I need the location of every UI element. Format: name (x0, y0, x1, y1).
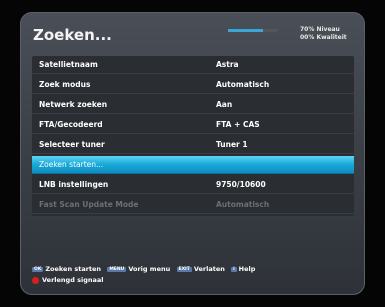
signal-level-fill (228, 29, 263, 32)
menu-row-value: Astra (216, 60, 239, 69)
signal-level-label: 70% Niveau (300, 26, 340, 33)
menu-row-satellite-name[interactable]: Satellietnaam Astra (32, 56, 354, 74)
info-key: i (231, 266, 237, 272)
menu-row-value: Tuner 1 (216, 140, 248, 149)
ok-key-action: Zoeken starten (45, 265, 102, 273)
menu-row-label: Zoek modus (39, 80, 91, 89)
menu-row-label: LNB instellingen (39, 180, 109, 189)
menu-key-action: Vorig menu (128, 265, 171, 273)
menu-row-value: 9750/10600 (216, 180, 266, 189)
menu-row-fta-encrypted[interactable]: FTA/Gecodeerd FTA + CAS (32, 116, 354, 134)
ok-key: OK (32, 266, 44, 272)
menu-row-value: FTA + CAS (216, 120, 260, 129)
settings-menu: Satellietnaam Astra Zoek modus Automatis… (32, 56, 354, 216)
menu-row-label: Netwerk zoeken (39, 100, 108, 109)
menu-row-fast-scan-update-mode: Fast Scan Update Mode Automatisch (32, 196, 354, 214)
menu-row-start-search[interactable]: Zoeken starten... (32, 156, 354, 174)
menu-row-label: Selecteer tuner (39, 140, 105, 149)
menu-row-label: Fast Scan Update Mode (39, 200, 139, 209)
key-hints: OK Zoeken starten MENU Vorig menu EXIT Verl… (32, 265, 255, 284)
menu-row-select-tuner[interactable]: Selecteer tuner Tuner 1 (32, 136, 354, 154)
signal-quality-label: 00% Kwaliteit (300, 34, 347, 41)
red-key-action: Verlengd signaal (42, 276, 104, 284)
signal-level-bar (228, 29, 278, 32)
exit-key: EXIT (176, 266, 192, 272)
red-button-icon (32, 276, 39, 284)
exit-key-action: Verlaten (193, 265, 225, 273)
menu-row-label: Satellietnaam (39, 60, 98, 69)
menu-row-value: Automatisch (216, 200, 270, 209)
menu-row-lnb-settings[interactable]: LNB instellingen 9750/10600 (32, 176, 354, 194)
menu-row-network-search[interactable]: Netwerk zoeken Aan (32, 96, 354, 114)
menu-row-label: FTA/Gecodeerd (39, 120, 103, 129)
menu-row-label: Zoeken starten... (39, 160, 104, 169)
menu-row-search-mode[interactable]: Zoek modus Automatisch (32, 76, 354, 94)
info-key-action: Help (238, 265, 256, 273)
menu-key: MENU (107, 266, 127, 272)
menu-row-value: Aan (216, 100, 233, 109)
menu-row-value: Automatisch (216, 80, 270, 89)
settings-panel: Zoeken... 70% Niveau 00% Kwaliteit Satel… (20, 12, 365, 295)
page-title: Zoeken... (33, 26, 112, 44)
